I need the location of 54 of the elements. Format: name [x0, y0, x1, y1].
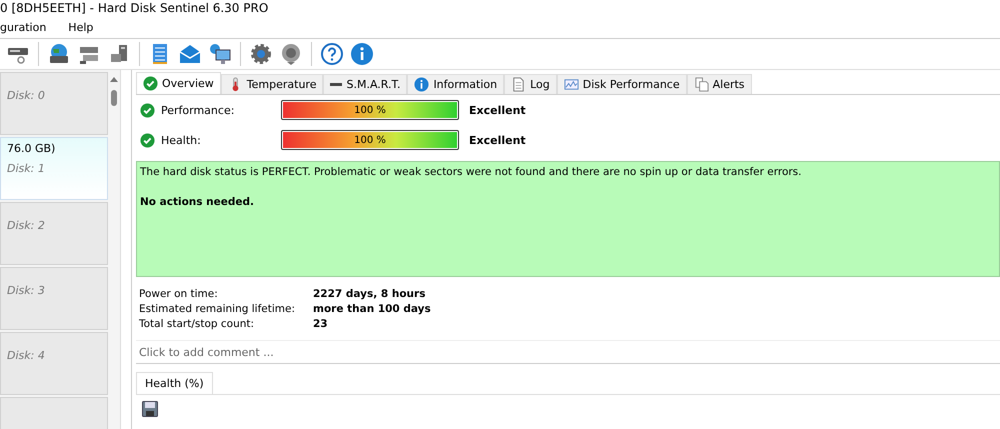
fact-label: Estimated remaining lifetime: — [139, 302, 296, 317]
document-icon — [511, 77, 526, 92]
disk-item[interactable]: Disk: 3 — [0, 267, 108, 330]
meter-label: Performance: — [161, 104, 236, 116]
menu-item[interactable]: guration — [0, 21, 46, 34]
envelope-icon[interactable] — [178, 42, 202, 66]
scroll-thumb[interactable] — [111, 90, 117, 106]
status-check-icon — [140, 102, 155, 118]
settings-icon[interactable] — [249, 42, 273, 66]
disk-item[interactable]: Disk: 0 — [0, 72, 108, 135]
monitor-icon[interactable] — [208, 42, 232, 66]
tab[interactable]: Alerts — [686, 74, 752, 94]
menu-item[interactable]: Help — [68, 21, 94, 34]
disk-item[interactable]: Disk: 2 — [0, 202, 108, 265]
fact-value: 23 — [313, 317, 329, 332]
disk-number: Disk: 4 — [7, 348, 46, 362]
tab[interactable]: S.M.A.R.T. — [323, 74, 408, 94]
fact-value: more than 100 days — [313, 302, 432, 317]
meter-label: Health: — [161, 134, 202, 146]
status-message: The hard disk status is PERFECT. Problematic or weak sectors were not found and there are no spin up or data transfer errors. — [140, 166, 802, 178]
tab[interactable]: Information — [407, 74, 504, 94]
globe-drive-icon[interactable] — [47, 42, 71, 66]
dash-icon — [330, 83, 342, 86]
meter-rating: Excellent — [469, 104, 526, 116]
comment-field[interactable]: Click to add comment ... — [136, 340, 1000, 364]
info-icon[interactable] — [350, 42, 374, 66]
fact-value: 2227 days, 8 hours — [313, 287, 426, 302]
tab[interactable]: Temperature — [220, 74, 324, 94]
help-icon[interactable] — [320, 42, 344, 66]
check-icon — [143, 76, 158, 91]
fact-label: Power on time: — [139, 287, 219, 302]
disk-name: 76.0 GB) — [7, 142, 56, 155]
disk-item[interactable]: 76.0 GB) Disk: 1 — [0, 137, 108, 200]
tab[interactable]: Disk Performance — [556, 74, 687, 94]
tab[interactable]: Log — [504, 74, 557, 94]
disk-number: Disk: 3 — [7, 283, 46, 297]
disk-item[interactable]: Disk: 4 — [0, 332, 108, 395]
status-action: No actions needed. — [140, 196, 256, 208]
documents-icon — [694, 77, 709, 92]
chart-icon — [564, 77, 579, 92]
meter-rating: Excellent — [469, 134, 526, 146]
info-icon — [414, 77, 430, 92]
status-check-icon — [140, 132, 155, 148]
scrollbar[interactable] — [108, 70, 121, 429]
disk-number: Disk: 2 — [7, 218, 46, 232]
fact-label: Total start/stop count: — [139, 317, 256, 332]
tab[interactable]: Health (%) — [136, 372, 213, 394]
tab[interactable]: Overview — [136, 72, 221, 94]
disk-number: Disk: 0 — [7, 88, 46, 102]
meter-reading: 100 % — [353, 104, 387, 118]
disk-number: Disk: 1 — [7, 162, 46, 175]
save-icon[interactable] — [142, 401, 158, 417]
scroll-up-icon[interactable] — [110, 76, 118, 82]
meter-reading: 100 % — [353, 134, 387, 148]
